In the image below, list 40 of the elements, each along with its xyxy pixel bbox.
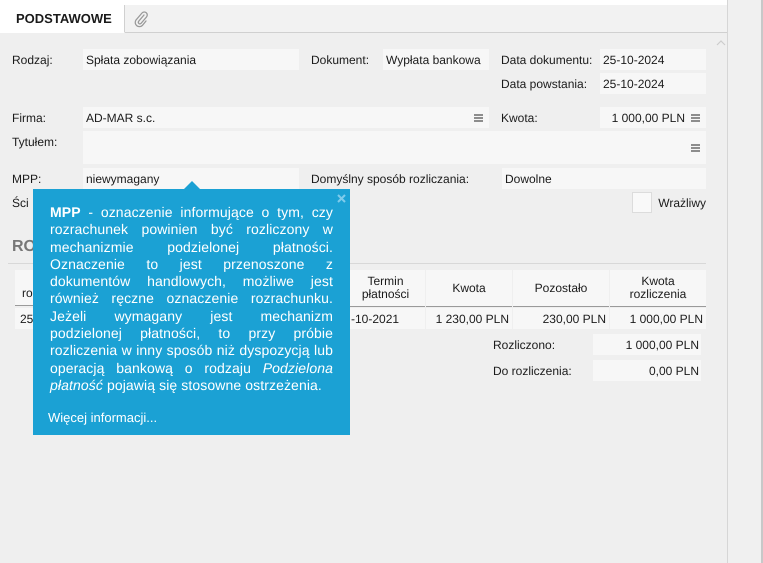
summary-value: 0,00 PLN	[593, 360, 701, 381]
scroll-up-icon[interactable]	[716, 40, 726, 46]
summary-label: Do rozliczenia:	[493, 364, 573, 378]
date-field[interactable]: 25-10-2024	[600, 73, 706, 94]
company-field[interactable]: AD-MAR s.c.	[83, 107, 489, 128]
date-field[interactable]: 25-10-2024	[600, 49, 706, 70]
menu-icon[interactable]	[474, 114, 483, 122]
mpp-field[interactable]: niewymagany	[83, 168, 299, 189]
menu-icon[interactable]	[691, 144, 700, 152]
paperclip-icon	[132, 10, 149, 28]
column-header: Pozostało	[513, 270, 609, 307]
close-icon[interactable]	[337, 194, 346, 203]
settlement-method-field[interactable]: Dowolne	[502, 168, 706, 189]
field-label: Firma:	[12, 110, 47, 124]
field-value: AD-MAR s.c.	[86, 110, 156, 124]
field-value: 1 000,00 PLN	[612, 110, 685, 124]
column-header: Kwota	[426, 270, 512, 307]
checkbox-label: Wrażliwy	[658, 196, 706, 210]
field-label: MPP:	[12, 172, 42, 186]
checkbox[interactable]	[632, 192, 652, 213]
title-field[interactable]	[83, 131, 706, 164]
menu-icon[interactable]	[691, 114, 700, 122]
field-label: Data powstania:	[501, 76, 588, 90]
table-cell: 1 000,00 PLN	[610, 308, 706, 329]
field-label: Rodzaj:	[12, 52, 54, 66]
summary-value: 1 000,00 PLN	[593, 334, 701, 355]
field-label: Tytułem:	[12, 134, 58, 149]
table-cell: 1 230,00 PLN	[426, 308, 512, 329]
document-field[interactable]: Wypłata bankowa	[383, 49, 489, 70]
field-label: Ści	[12, 196, 29, 210]
table-cell: 230,00 PLN	[513, 308, 609, 329]
amount-field[interactable]: 1 000,00 PLN	[600, 107, 706, 128]
field-label: Dokument:	[311, 52, 370, 66]
column-header: Kwota rozliczenia	[610, 270, 706, 307]
type-field[interactable]: Spłata zobowiązania	[83, 49, 299, 70]
field-label: Kwota:	[501, 110, 539, 124]
field-label: Domyślny sposób rozliczania:	[311, 172, 470, 186]
summary-label: Rozliczono:	[493, 338, 556, 352]
field-label: Data dokumentu:	[501, 52, 594, 66]
tab[interactable]: PODSTAWOWE	[0, 5, 125, 33]
